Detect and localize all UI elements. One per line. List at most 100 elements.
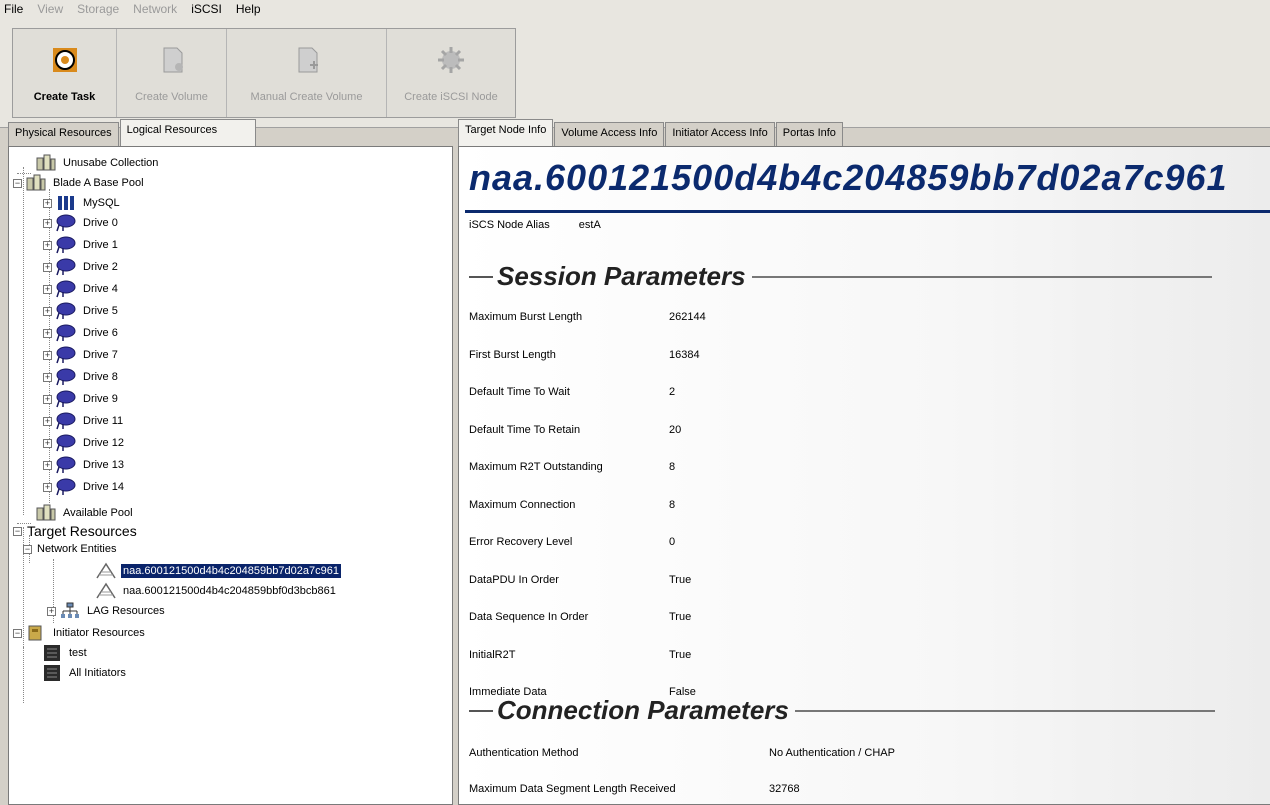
tree-label: Drive 8 (83, 371, 118, 383)
tree-item-lag-resources[interactable]: + LAG Resources (47, 601, 167, 621)
drive-icon (55, 214, 77, 232)
create-task-button[interactable]: Create Task (13, 29, 117, 117)
expand-toggle-icon[interactable]: + (43, 416, 52, 426)
tab-initiator-access-info[interactable]: Initiator Access Info (665, 122, 775, 146)
menu-file[interactable]: File (4, 2, 23, 16)
session-param-row: Data Sequence In Order True (469, 607, 691, 627)
tree-item-unusable-collection[interactable]: Unusabe Collection (17, 153, 160, 174)
drive-icon (55, 456, 77, 474)
node-alias-row: iSCS Node Alias estA (469, 219, 601, 231)
tab-portas-info[interactable]: Portas Info (775, 122, 843, 146)
session-param-row: DataPDU In Order True (469, 570, 691, 590)
create-task-label: Create Task (33, 91, 96, 103)
expand-toggle-icon[interactable]: + (47, 606, 56, 616)
collapse-toggle-icon[interactable]: − (23, 544, 32, 554)
expand-toggle-icon[interactable]: + (43, 372, 52, 382)
tree-item-drive[interactable]: + Drive 13 (43, 455, 126, 475)
expand-toggle-icon[interactable]: + (43, 438, 52, 448)
menu-storage[interactable]: Storage (77, 2, 119, 16)
tree-label: Drive 11 (83, 415, 124, 427)
create-volume-button[interactable]: Create Volume (117, 29, 227, 117)
right-panel: Target Node Info Volume Access Info Init… (458, 118, 1270, 805)
menu-iscsi[interactable]: iSCSI (191, 2, 222, 16)
expand-toggle-icon[interactable]: + (43, 350, 52, 360)
pool-icon (35, 504, 57, 522)
tree-item-drive[interactable]: + Drive 1 (43, 235, 120, 255)
param-value: No Authentication / CHAP (769, 747, 895, 759)
param-label: Maximum Burst Length (469, 311, 583, 323)
param-label: Authentication Method (469, 747, 579, 759)
tree-item-test[interactable]: test (41, 643, 89, 663)
menu-view[interactable]: View (37, 2, 63, 16)
collapse-toggle-icon[interactable]: − (13, 526, 22, 536)
drive-icon (55, 434, 77, 452)
left-tab-strip: Physical Resources Logical Resources (8, 118, 453, 146)
expand-toggle-icon[interactable]: + (43, 240, 52, 250)
tree-item-drive[interactable]: + Drive 6 (43, 323, 120, 343)
tab-target-node-info[interactable]: Target Node Info (458, 119, 554, 146)
tree-item-drive[interactable]: + Drive 0 (43, 213, 120, 233)
tree-item-target-resources[interactable]: − Target Resources (13, 521, 139, 541)
param-value: 2 (669, 386, 676, 398)
tree-label: test (69, 647, 87, 659)
tree-item-drive[interactable]: + Drive 9 (43, 389, 120, 409)
expand-toggle-icon[interactable]: + (43, 218, 52, 228)
drive-icon (55, 236, 77, 254)
tree-item-drive[interactable]: + Drive 8 (43, 367, 120, 387)
session-param-row: Default Time To Retain 20 (469, 420, 681, 440)
drive-icon (55, 412, 77, 430)
manual-create-volume-icon (290, 43, 324, 77)
resource-tree[interactable]: Unusabe Collection − Blade A Base Pool +… (8, 146, 453, 805)
tree-item-mysql[interactable]: + MySQL (43, 193, 122, 213)
create-iscsi-node-button[interactable]: Create iSCSI Node (387, 29, 515, 117)
section-title: Connection Parameters (497, 695, 789, 725)
tree-item-node[interactable]: naa.600121500d4b4c204859bbf0d3bcb861 (95, 581, 338, 601)
drive-icon (55, 478, 77, 496)
tree-item-drive[interactable]: + Drive 5 (43, 301, 120, 321)
tree-item-all-initiators[interactable]: All Initiators (41, 663, 128, 683)
tree-label: Drive 14 (83, 481, 124, 493)
manual-create-volume-button[interactable]: Manual Create Volume (227, 29, 387, 117)
tree-item-node-selected[interactable]: naa.600121500d4b4c204859bb7d02a7c961 (95, 561, 341, 581)
session-param-row: Error Recovery Level 0 (469, 532, 675, 552)
expand-toggle-icon[interactable]: + (43, 460, 52, 470)
expand-toggle-icon[interactable]: + (43, 306, 52, 316)
param-label: Default Time To Retain (469, 423, 581, 436)
tab-logical-resources[interactable]: Logical Resources (119, 119, 256, 146)
expand-toggle-icon[interactable]: + (43, 328, 52, 338)
collapse-toggle-icon[interactable]: − (13, 628, 22, 638)
toolbar-button-group: Create Task Create Volume Manual Create … (12, 28, 516, 118)
tab-volume-access-info[interactable]: Volume Access Info (554, 122, 665, 146)
tree-label: Blade A Base Pool (53, 177, 144, 189)
expand-toggle-icon[interactable]: + (43, 284, 52, 294)
tree-item-network-entities[interactable]: − Network Entities (23, 539, 118, 559)
session-param-row: Default Time To Wait 2 (469, 382, 675, 402)
expand-toggle-icon[interactable]: + (43, 394, 52, 404)
menu-network[interactable]: Network (133, 2, 177, 16)
expand-toggle-icon[interactable]: + (43, 482, 52, 492)
session-param-row: InitialR2T True (469, 645, 691, 665)
tree-label: Drive 13 (83, 459, 124, 471)
param-value: True (669, 611, 692, 623)
collection-icon (35, 154, 57, 172)
initiator-group-icon (41, 644, 63, 662)
tree-item-initiator-resources[interactable]: − Initiator Resources (13, 623, 147, 643)
tree-item-drive[interactable]: + Drive 2 (43, 257, 120, 277)
drive-icon (55, 368, 77, 386)
tree-item-drive[interactable]: + Drive 11 (43, 411, 125, 431)
expand-toggle-icon[interactable]: + (43, 262, 52, 272)
tree-item-drive[interactable]: + Drive 7 (43, 345, 120, 365)
initiator-group-icon (41, 664, 63, 682)
tree-item-available-pool[interactable]: Available Pool (17, 503, 135, 524)
menu-help[interactable]: Help (236, 2, 261, 16)
param-value: True (669, 573, 692, 586)
expand-toggle-icon[interactable]: + (43, 198, 52, 208)
tree-item-drive[interactable]: + Drive 14 (43, 477, 126, 497)
tree-item-drive[interactable]: + Drive 12 (43, 433, 126, 453)
tab-physical-resources[interactable]: Physical Resources (8, 122, 119, 146)
drive-icon (55, 302, 77, 320)
tree-item-base-pool[interactable]: − Blade A Base Pool (13, 173, 146, 193)
collapse-toggle-icon[interactable]: − (13, 178, 22, 188)
tree-item-drive[interactable]: + Drive 4 (43, 279, 120, 299)
drive-icon (55, 346, 77, 364)
